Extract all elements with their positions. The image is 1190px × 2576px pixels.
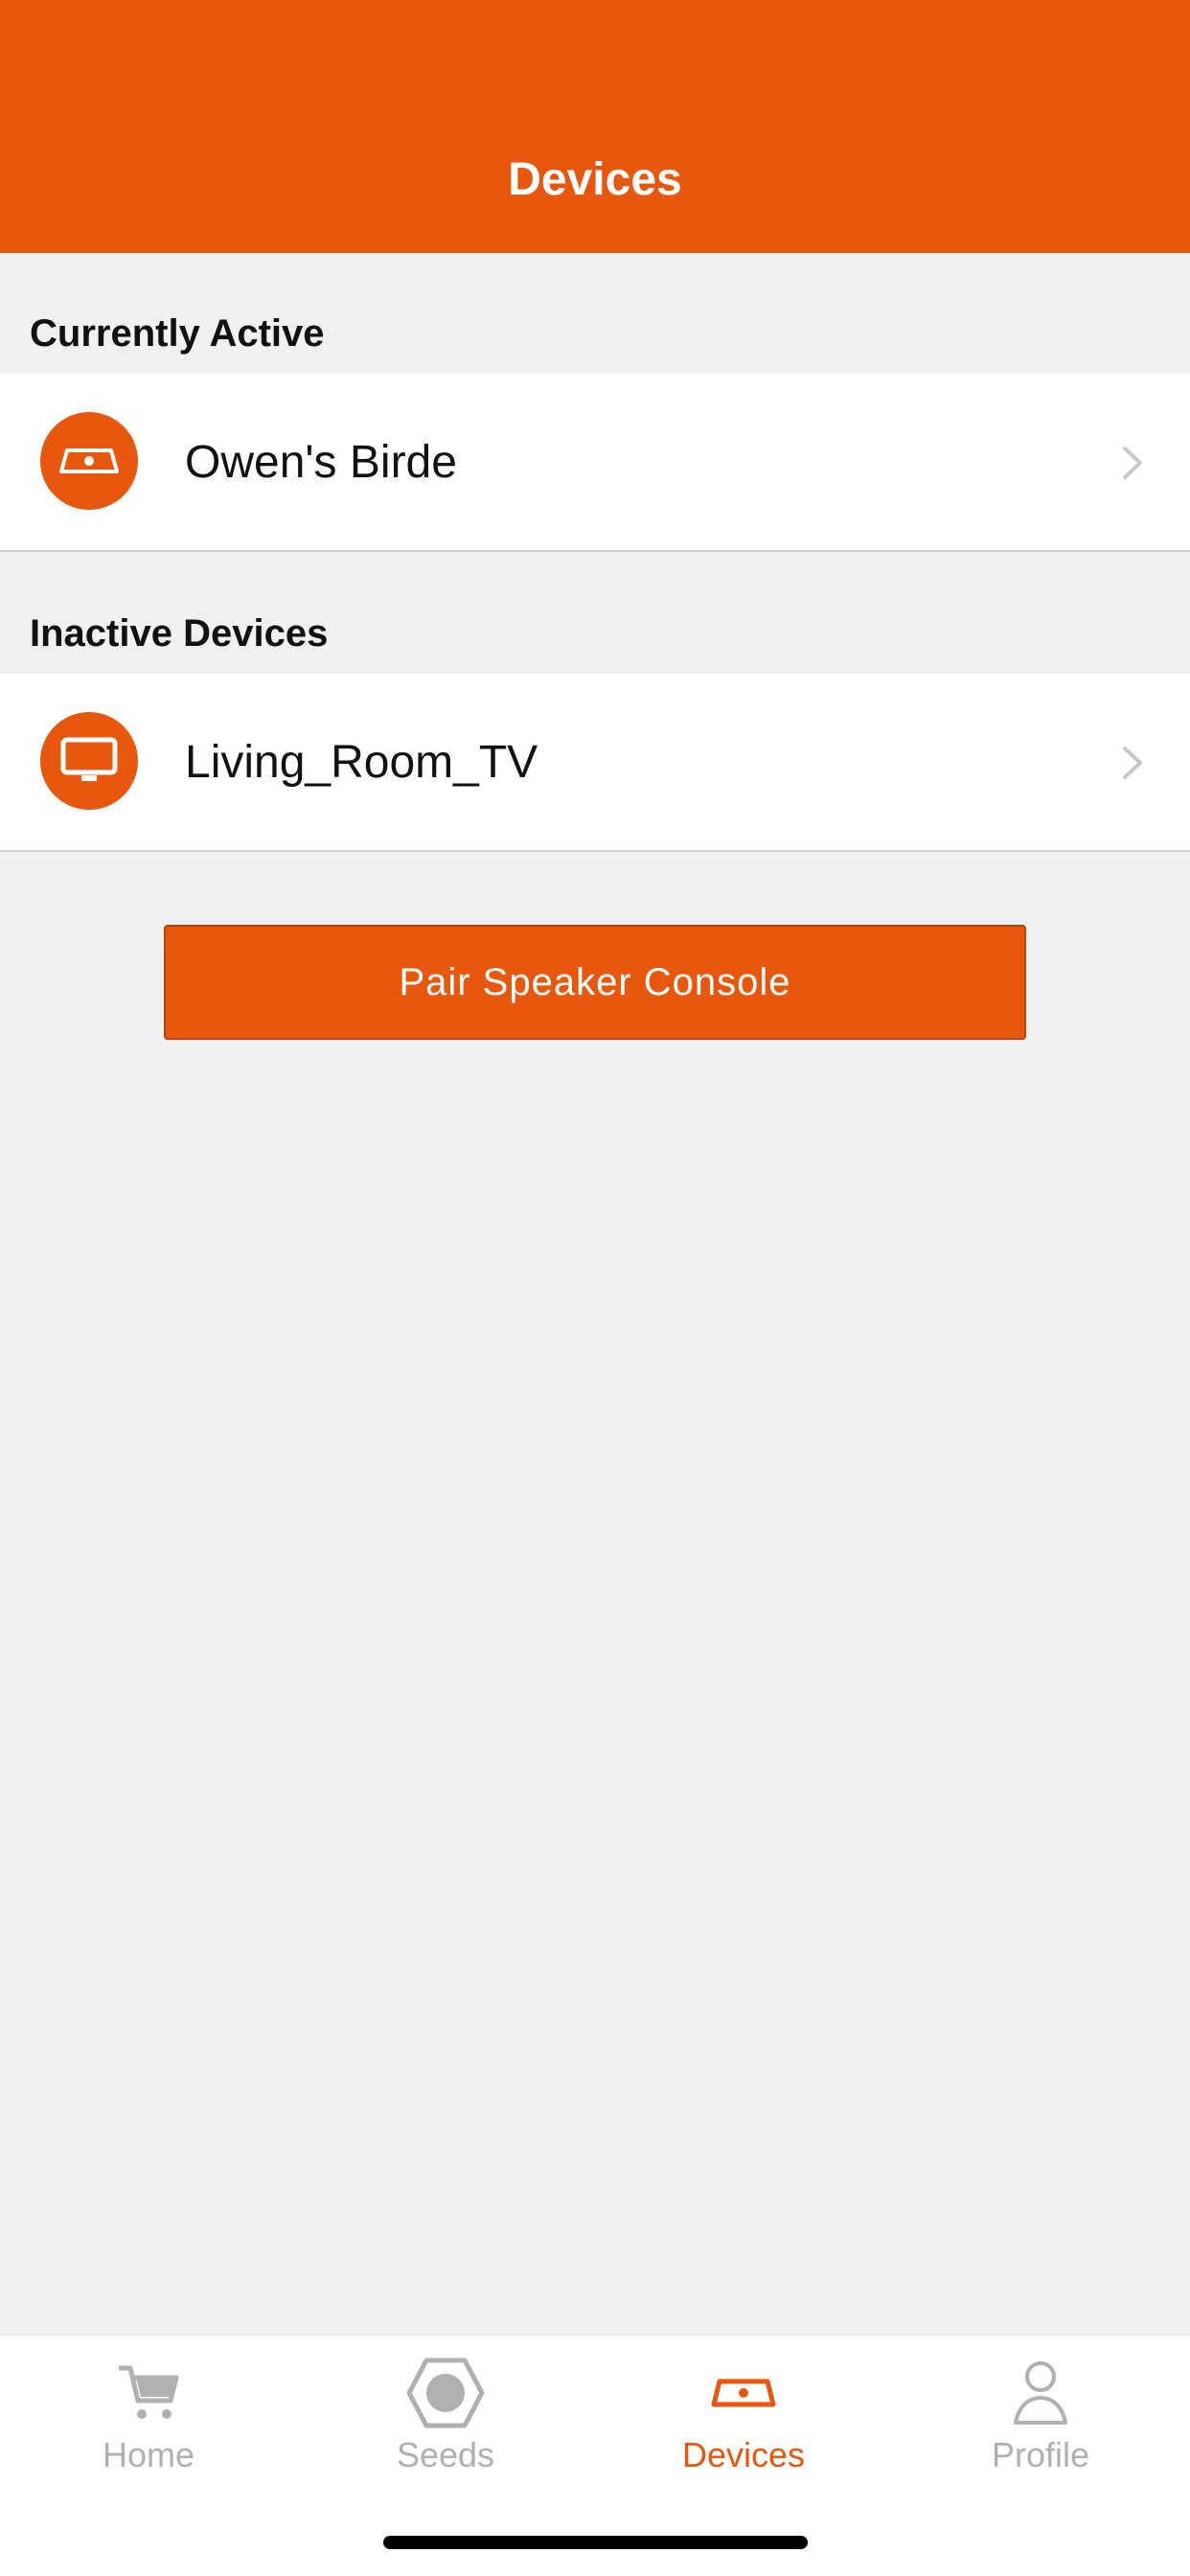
birde-device-icon: [40, 412, 138, 510]
tab-profile[interactable]: Profile: [892, 2335, 1189, 2498]
birde-device-icon: [700, 2355, 787, 2431]
chevron-right-icon: [1123, 747, 1142, 779]
device-row-living-room-tv[interactable]: Living_Room_TV: [0, 674, 1190, 852]
tab-devices[interactable]: Devices: [595, 2335, 892, 2498]
chevron-right-icon: [1123, 447, 1142, 479]
person-icon: [997, 2355, 1084, 2431]
tab-label: Devices: [681, 2435, 806, 2474]
home-indicator[interactable]: [383, 2536, 808, 2549]
page-title: Devices: [508, 154, 682, 205]
header-bar: Devices: [0, 0, 1190, 253]
section-header-currently-active: Currently Active: [30, 312, 325, 355]
tab-label: Home: [102, 2435, 195, 2474]
device-name: Living_Room_TV: [185, 737, 538, 788]
device-row-owens-birde[interactable]: Owen's Birde: [0, 374, 1190, 552]
cart-icon: [105, 2355, 192, 2431]
seed-pod-icon: [402, 2355, 489, 2431]
tv-icon: [40, 712, 138, 810]
tab-label: Profile: [991, 2435, 1090, 2474]
devices-screen: Devices Currently Active Owen's Birde In…: [0, 0, 1190, 2576]
tab-seeds[interactable]: Seeds: [297, 2335, 594, 2498]
pair-speaker-console-button[interactable]: Pair Speaker Console: [164, 925, 1026, 1040]
tab-home[interactable]: Home: [0, 2335, 297, 2498]
tab-label: Seeds: [396, 2435, 495, 2474]
device-name: Owen's Birde: [185, 437, 457, 488]
section-header-inactive-devices: Inactive Devices: [30, 612, 329, 655]
